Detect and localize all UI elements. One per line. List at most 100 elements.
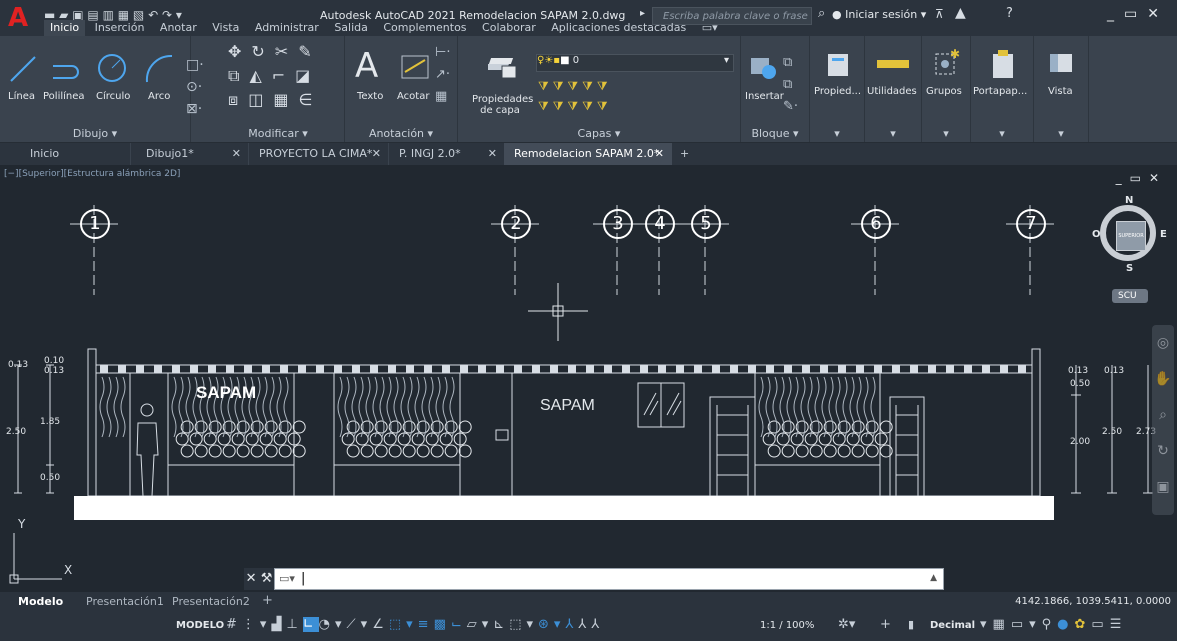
panel-title-anotacion[interactable]: Anotación ▾ xyxy=(345,127,457,140)
scale-icon[interactable]: ◫ xyxy=(248,90,273,109)
zoom-icon[interactable]: ⌕ xyxy=(1152,397,1174,433)
showmotion-icon[interactable]: ▣ xyxy=(1152,469,1174,505)
autocad-logo-icon[interactable]: A xyxy=(8,4,34,32)
hatch-icon[interactable]: ⊠· xyxy=(186,98,204,120)
selection-cycling-icon[interactable]: ⌙ xyxy=(451,617,467,632)
mirror-icon[interactable]: ◭ xyxy=(249,66,271,85)
add-layout-icon[interactable]: + xyxy=(262,593,273,608)
drawing-canvas[interactable]: [−][Superior][Estructura alámbrica 2D] _… xyxy=(0,165,1177,592)
copy-icon[interactable]: ⧉ xyxy=(228,66,249,85)
tab-anotar[interactable]: Anotar xyxy=(154,20,203,36)
doc-tab-dibujo1[interactable]: Dibujo1* ✕ xyxy=(130,143,249,165)
circle-label[interactable]: Círculo xyxy=(96,91,130,102)
lineweight-icon[interactable]: ≡ xyxy=(418,617,434,632)
panel-portapapeles[interactable]: Portapap... ▾ xyxy=(971,36,1034,142)
panel-title-modificar[interactable]: Modificar ▾ xyxy=(212,127,344,140)
panel-propiedades[interactable]: Propied... ▾ xyxy=(810,36,865,142)
orbit-icon[interactable]: ↻ xyxy=(1152,433,1174,469)
object-snap-icon[interactable]: ⬚▾ xyxy=(389,617,418,632)
panel-utilidades[interactable]: Utilidades ▾ xyxy=(865,36,922,142)
layer-tools-row1[interactable]: ⧩⧩⧩⧩⧩ xyxy=(538,76,612,96)
help-icon[interactable]: ? xyxy=(1006,6,1013,21)
block-attr-icon[interactable]: ✎· xyxy=(783,96,798,118)
text-label[interactable]: Texto xyxy=(357,91,383,102)
compass-south[interactable]: S xyxy=(1126,263,1133,274)
clean-screen-icon[interactable]: ✿ xyxy=(1075,617,1092,632)
annotation-monitor-icon[interactable]: + xyxy=(880,617,891,632)
tab-insercion[interactable]: Inserción xyxy=(89,20,151,36)
infer-icon[interactable]: ▟ xyxy=(271,617,286,632)
ellipse-icon[interactable]: ⊙· xyxy=(186,76,204,98)
panel-vista[interactable]: Vista ▾ xyxy=(1034,36,1089,142)
layer-properties-icon[interactable] xyxy=(488,50,518,80)
annotation-visibility-icon[interactable]: ⅄ xyxy=(565,617,578,632)
close-icon[interactable]: ✕ xyxy=(232,143,241,165)
line-label[interactable]: Línea xyxy=(8,91,35,102)
ucs-menu-button[interactable]: SCU xyxy=(1112,289,1148,303)
polyline-icon[interactable] xyxy=(50,54,80,84)
tab-modelo[interactable]: Modelo xyxy=(18,595,63,608)
rotate-icon[interactable]: ↻ xyxy=(251,42,274,61)
units-dropdown[interactable]: Decimal xyxy=(930,620,975,631)
viewcube[interactable]: SUPERIOR N S O E xyxy=(1092,195,1167,274)
minimize-icon[interactable]: _ xyxy=(1107,6,1124,22)
transparency-icon[interactable]: ▩ xyxy=(434,617,451,632)
rectangle-icon[interactable]: □· xyxy=(186,54,204,76)
sign-in-button[interactable]: ● Iniciar sesión ▾ xyxy=(832,8,926,21)
layer-tools-row2[interactable]: ⧩⧩⧩⧩⧩ xyxy=(538,96,612,116)
close-icon[interactable]: ✕ xyxy=(488,143,497,165)
tab-administrar[interactable]: Administrar xyxy=(249,20,325,36)
isolate-objects-icon[interactable]: ⚲ xyxy=(1042,617,1058,632)
command-input[interactable]: ▭▾ | ▲ xyxy=(274,568,944,590)
tab-presentacion1[interactable]: Presentación1 xyxy=(86,595,164,608)
tab-aplicaciones[interactable]: Aplicaciones destacadas xyxy=(545,20,692,36)
polar-icon[interactable]: ◔▾ xyxy=(319,617,347,632)
viewcube-face[interactable]: SUPERIOR xyxy=(1116,221,1146,251)
autodesk-icon[interactable]: ▲ xyxy=(955,5,966,21)
line-icon[interactable] xyxy=(8,54,38,84)
wrench-icon[interactable]: ⚒ xyxy=(261,571,273,586)
close-icon[interactable]: ✕ xyxy=(655,143,664,165)
pan-icon[interactable]: ✋ xyxy=(1152,361,1174,397)
grid-icon[interactable]: # xyxy=(226,617,242,632)
create-block-icon[interactable]: ⧉ xyxy=(783,52,798,74)
panel-title-capas[interactable]: Capas ▾ xyxy=(458,127,740,140)
chevron-up-icon[interactable]: ▲ xyxy=(930,573,937,583)
trim-icon[interactable]: ✂ xyxy=(275,42,298,61)
doc-tab-inicio[interactable]: Inicio xyxy=(0,143,130,165)
tab-vista[interactable]: Vista xyxy=(206,20,245,36)
dimension-icon[interactable] xyxy=(399,50,431,82)
leader-icon[interactable]: ↗· xyxy=(435,64,450,86)
tab-inicio[interactable]: Inicio xyxy=(44,20,86,36)
array-icon[interactable]: ▦ xyxy=(273,90,298,109)
circle-icon[interactable] xyxy=(96,52,128,84)
close-icon[interactable]: ✕ xyxy=(1147,6,1169,22)
stretch-icon[interactable]: ⧈ xyxy=(228,90,248,109)
snap-icon[interactable]: ⋮▾ xyxy=(242,617,272,632)
workspace-icon[interactable]: ✲▾ xyxy=(838,617,855,632)
doc-tab-proyecto-la-cima[interactable]: PROYECTO LA CIMA* ✕ xyxy=(248,143,389,165)
arc-label[interactable]: Arco xyxy=(148,91,170,102)
coordinates-readout[interactable]: 4142.1866, 1039.5411, 0.0000 xyxy=(1015,596,1171,607)
explode-icon[interactable]: ◪ xyxy=(295,66,320,85)
offset-icon[interactable]: ∈ xyxy=(298,90,322,109)
compass-north[interactable]: N xyxy=(1125,195,1133,206)
layer-dropdown[interactable]: ♀☀▪■ 0 ▾ xyxy=(536,54,734,72)
cart-icon[interactable]: ⊼ xyxy=(935,7,944,21)
selection-filter-icon[interactable]: ⬚▾ xyxy=(509,617,538,632)
edit-block-icon[interactable]: ⧉ xyxy=(783,74,798,96)
quick-properties-icon[interactable]: ▾▦ xyxy=(980,617,1011,632)
auto-scale-icon[interactable]: ⅄ xyxy=(578,617,591,632)
panel-title-dibujo[interactable]: Dibujo ▾ xyxy=(0,127,190,140)
restore-icon[interactable]: ▭ xyxy=(1124,6,1147,22)
close-icon[interactable]: ✕ xyxy=(372,143,381,165)
model-space-button[interactable]: MODELO xyxy=(176,620,224,631)
table-icon[interactable]: ▦ xyxy=(435,86,450,108)
erase-icon[interactable]: ✎ xyxy=(298,42,321,61)
tab-presentacion2[interactable]: Presentación2 xyxy=(172,595,250,608)
dimension-label[interactable]: Acotar xyxy=(397,91,429,102)
compass-west[interactable]: O xyxy=(1092,229,1101,240)
insert-label[interactable]: Insertar xyxy=(745,91,784,102)
doc-tab-p-ingj[interactable]: P. INGJ 2.0* ✕ xyxy=(388,143,505,165)
panel-title-bloque[interactable]: Bloque ▾ xyxy=(741,127,809,140)
